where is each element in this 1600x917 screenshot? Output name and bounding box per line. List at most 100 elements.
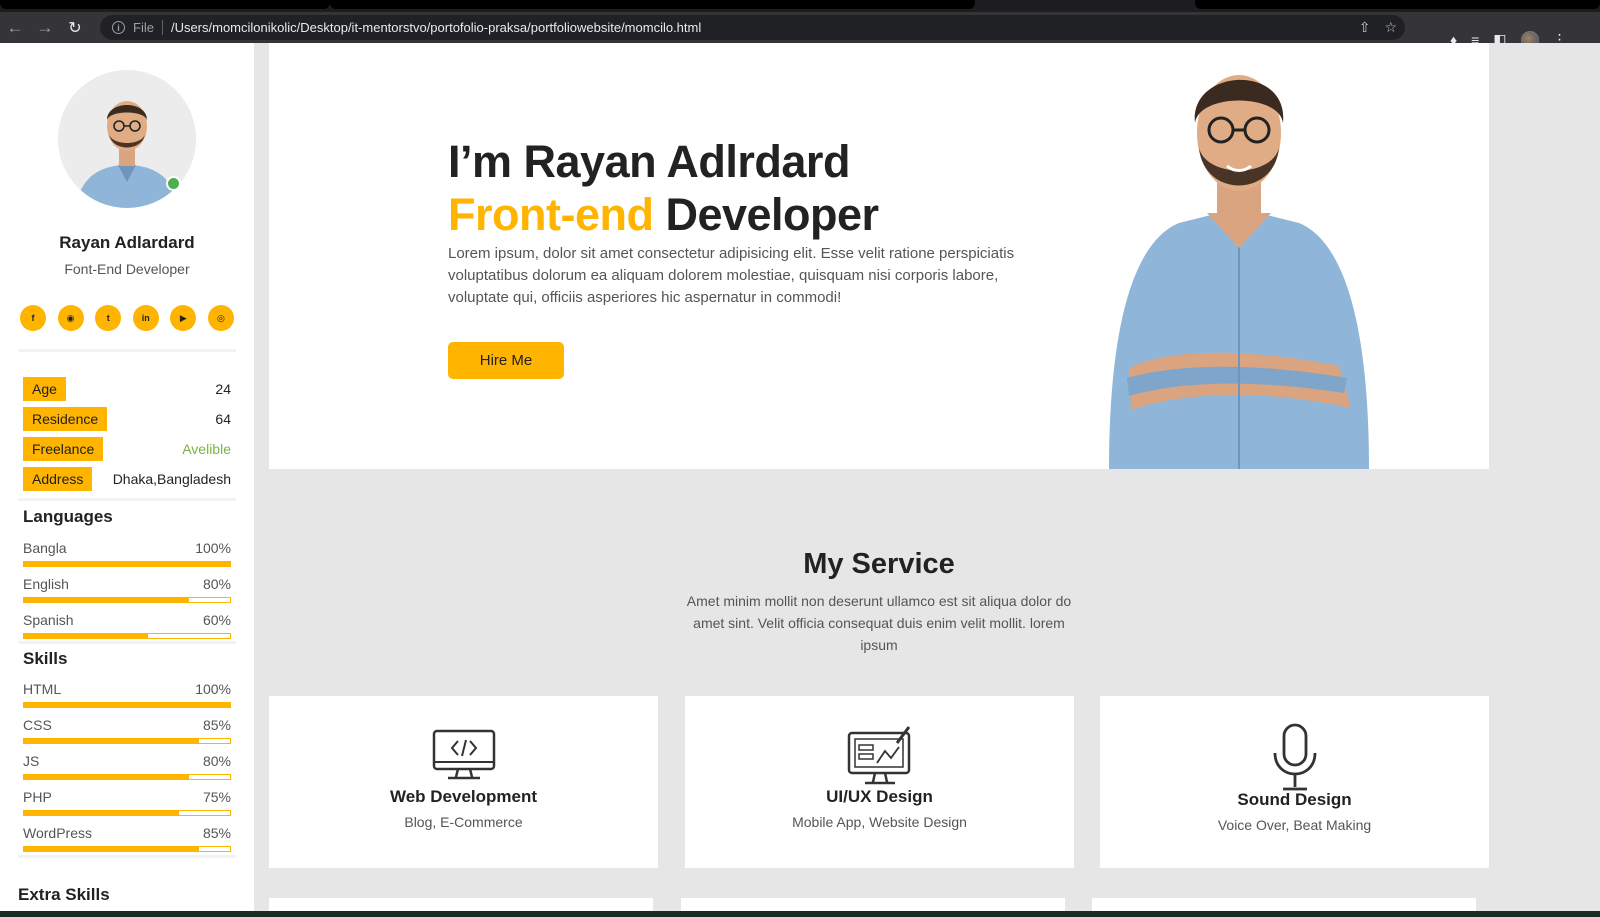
- url-text[interactable]: /Users/momcilonikolic/Desktop/it-mentors…: [171, 20, 701, 35]
- linkedin-icon[interactable]: in: [132, 305, 159, 331]
- page-viewport: Rayan Adlardard Font-End Developer f ◉ t…: [0, 43, 1600, 911]
- bar-label-row: Bangla 100%: [23, 540, 231, 556]
- microphone-icon: [1100, 723, 1489, 793]
- bar-name: JS: [23, 753, 40, 769]
- bar-track: [23, 846, 231, 852]
- skills-bar-js: JS 80%: [23, 753, 231, 780]
- hire-me-button[interactable]: Hire Me: [448, 342, 564, 379]
- service-card-title: UI/UX Design: [826, 787, 933, 806]
- address-bar[interactable]: i File /Users/momcilonikolic/Desktop/it-…: [100, 15, 1405, 40]
- divider: [18, 855, 236, 858]
- browser-tab[interactable]: [1195, 0, 1600, 9]
- hero-heading-accent: Front-end: [448, 189, 654, 240]
- info-row-residence: Residence 64: [23, 406, 231, 432]
- services-title: My Service: [803, 548, 955, 580]
- bar-fill: [24, 739, 200, 743]
- bar-track: [23, 738, 231, 744]
- bar-label-row: JS 80%: [23, 753, 231, 769]
- info-row-age: Age 24: [23, 376, 231, 402]
- bar-fill: [24, 598, 189, 602]
- bar-percent: 100%: [195, 540, 231, 556]
- skills-title: Skills: [23, 649, 68, 668]
- bar-track: [23, 702, 231, 708]
- services-description: Amet minim mollit non deserunt ullamco e…: [686, 593, 1072, 653]
- share-icon[interactable]: ⇧: [1359, 19, 1371, 36]
- bar-label-row: HTML 100%: [23, 681, 231, 697]
- service-card-subtitle: Mobile App, Website Design: [792, 814, 967, 830]
- bar-fill: [24, 634, 148, 638]
- instagram-icon[interactable]: ◉: [57, 305, 84, 331]
- youtube-icon[interactable]: ▶: [170, 305, 197, 331]
- languages-bar-english: English 80%: [23, 576, 231, 603]
- skills-bar-html: HTML 100%: [23, 681, 231, 708]
- browser-toolbar: ← → ↻ i File /Users/momcilonikolic/Deskt…: [0, 12, 1600, 49]
- languages-bar-bangla: Bangla 100%: [23, 540, 231, 567]
- dribbble-icon[interactable]: ◎: [207, 305, 234, 331]
- bar-percent: 100%: [195, 681, 231, 697]
- browser-tab[interactable]: [330, 0, 975, 9]
- profile-name: Rayan Adlardard: [59, 233, 195, 252]
- skills-bar-css: CSS 85%: [23, 717, 231, 744]
- design-monitor-icon: [685, 725, 1074, 787]
- service-card-partial: [681, 898, 1065, 911]
- bar-name: PHP: [23, 789, 52, 805]
- bar-label-row: Spanish 60%: [23, 612, 231, 628]
- info-value: Dhaka,Bangladesh: [112, 471, 231, 487]
- monitor-code-icon: [269, 729, 658, 781]
- back-icon[interactable]: ←: [0, 12, 30, 43]
- info-value: 64: [215, 411, 231, 427]
- service-card-partial: [1092, 898, 1476, 911]
- hero-section: I’m Rayan Adlrdard Front-end Developer L…: [269, 43, 1489, 469]
- bar-label-row: CSS 85%: [23, 717, 231, 733]
- tab-strip: [0, 0, 1600, 12]
- info-key: Age: [23, 377, 66, 401]
- bar-name: Spanish: [23, 612, 74, 628]
- bar-percent: 85%: [202, 717, 231, 733]
- service-card-title: Sound Design: [1237, 790, 1352, 809]
- bar-label-row: English 80%: [23, 576, 231, 592]
- skills-bar-php: PHP 75%: [23, 789, 231, 816]
- languages-bar-spanish: Spanish 60%: [23, 612, 231, 639]
- hero-heading: I’m Rayan Adlrdard Front-end Developer: [448, 135, 879, 241]
- social-links: f ◉ t in ▶ ◎: [20, 305, 234, 331]
- bar-fill: [24, 775, 189, 779]
- bar-percent: 60%: [202, 612, 231, 628]
- profile-sidebar: Rayan Adlardard Font-End Developer f ◉ t…: [0, 43, 254, 911]
- languages-title: Languages: [23, 507, 113, 526]
- bar-percent: 80%: [202, 576, 231, 592]
- browser-tab[interactable]: [0, 0, 330, 9]
- twitter-icon[interactable]: t: [95, 305, 122, 331]
- skills-bar-wordpress: WordPress 85%: [23, 825, 231, 852]
- hero-description: Lorem ipsum, dolor sit amet consectetur …: [448, 245, 1015, 306]
- service-card-ui-ux-design[interactable]: UI/UX Design Mobile App, Website Design: [685, 696, 1074, 868]
- bar-name: Bangla: [23, 540, 67, 556]
- bar-track: [23, 774, 231, 780]
- star-icon[interactable]: ☆: [1384, 19, 1397, 36]
- window-bottom-edge: [0, 911, 1600, 917]
- info-row-freelance: Freelance Avelible: [23, 436, 231, 462]
- bar-track: [23, 561, 231, 567]
- bar-percent: 75%: [202, 789, 231, 805]
- service-card-sound-design[interactable]: Sound Design Voice Over, Beat Making: [1100, 696, 1489, 868]
- bar-name: English: [23, 576, 69, 592]
- online-status-dot: [166, 176, 181, 191]
- extra-skills-title: Extra Skills: [18, 885, 110, 904]
- bar-percent: 85%: [202, 825, 231, 841]
- facebook-icon[interactable]: f: [20, 305, 46, 331]
- info-row-address: Address Dhaka,Bangladesh: [23, 466, 231, 492]
- bar-fill: [24, 703, 230, 707]
- forward-icon[interactable]: →: [30, 12, 60, 43]
- hero-portrait: [1089, 48, 1389, 469]
- divider: [18, 498, 236, 501]
- service-card-subtitle: Voice Over, Beat Making: [1217, 817, 1372, 833]
- url-separator: [161, 20, 163, 35]
- info-icon[interactable]: i: [112, 21, 125, 34]
- bar-track: [23, 633, 231, 639]
- service-card-web-development[interactable]: Web Development Blog, E-Commerce: [269, 696, 658, 868]
- bar-name: WordPress: [23, 825, 92, 841]
- divider: [18, 641, 236, 644]
- bar-fill: [24, 847, 200, 851]
- bar-track: [23, 810, 231, 816]
- info-key: Address: [23, 467, 93, 491]
- reload-icon[interactable]: ↻: [60, 12, 90, 43]
